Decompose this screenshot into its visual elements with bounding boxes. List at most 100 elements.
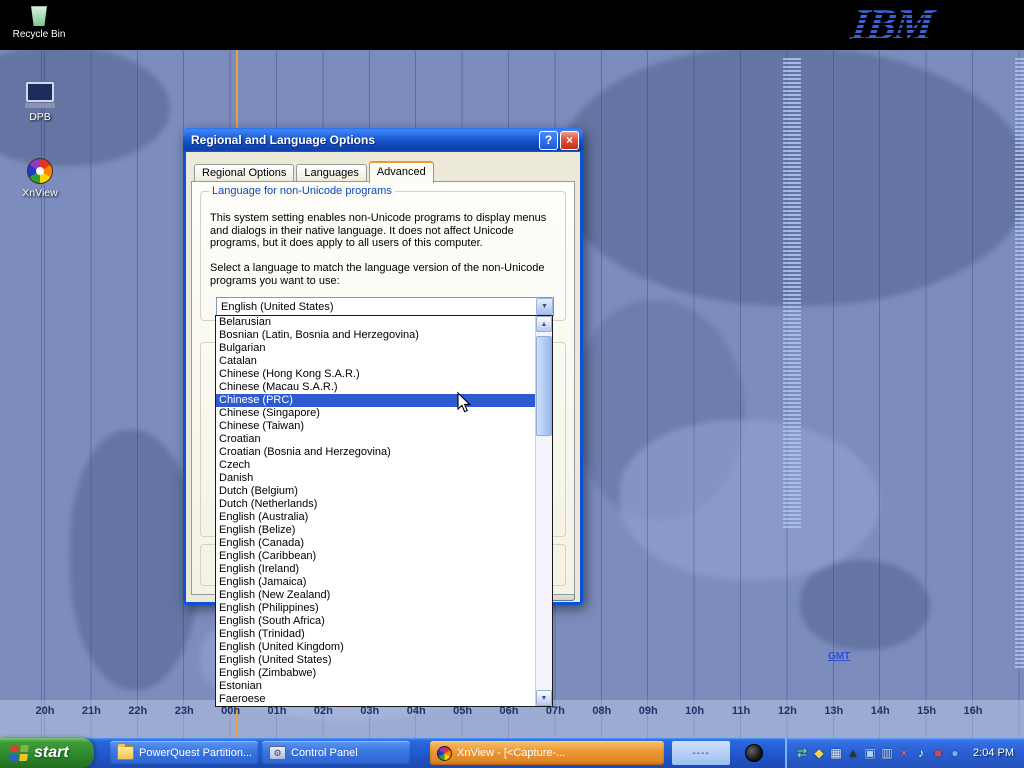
desktop-icon-label: DPB — [8, 111, 72, 123]
hour-label: 16h — [964, 705, 983, 717]
language-option[interactable]: English (Caribbean) — [216, 550, 536, 563]
hour-label: 09h — [639, 705, 658, 717]
clock[interactable]: 2:04 PM — [973, 747, 1014, 759]
hour-label: 20h — [36, 705, 55, 717]
language-option[interactable]: Croatian — [216, 433, 536, 446]
tray-icon-red-app[interactable]: ■ — [931, 738, 945, 768]
language-option[interactable]: English (United Kingdom) — [216, 641, 536, 654]
language-option[interactable]: English (Zimbabwe) — [216, 667, 536, 680]
ibm-logo-stripes — [852, 0, 932, 50]
hour-label: 23h — [175, 705, 194, 717]
task-button-icon — [437, 746, 452, 761]
quick-launch-segment[interactable] — [736, 741, 772, 765]
hour-label: 22h — [128, 705, 147, 717]
tray-icon-keyboard[interactable]: ▦ — [829, 738, 843, 768]
language-non-unicode-groupbox: Language for non-Unicode programs This s… — [200, 191, 566, 321]
close-button[interactable]: × — [560, 131, 579, 150]
desktop-icon-dpb[interactable]: DPB — [8, 82, 72, 123]
ibm-logo: IBM — [852, 0, 932, 50]
scroll-down-icon[interactable]: ▼ — [536, 690, 552, 706]
desktop-icon-xnview[interactable]: XnView — [8, 158, 72, 199]
combobox-dropdown-arrow-icon[interactable]: ▼ — [536, 298, 553, 315]
language-option[interactable]: Faeroese — [216, 693, 536, 706]
tab[interactable]: Advanced — [369, 161, 434, 183]
dialog-titlebar[interactable]: Regional and Language Options ? × — [183, 128, 583, 152]
language-option[interactable]: Bosnian (Latin, Bosnia and Herzegovina) — [216, 329, 536, 342]
recycle-bin-label: Recycle Bin — [8, 29, 70, 40]
hour-label: 12h — [778, 705, 797, 717]
hour-label: 13h — [824, 705, 843, 717]
language-option[interactable]: Chinese (Singapore) — [216, 407, 536, 420]
hour-label: 15h — [917, 705, 936, 717]
language-option[interactable]: Chinese (Macau S.A.R.) — [216, 381, 536, 394]
hour-label: 10h — [685, 705, 704, 717]
language-option[interactable]: English (Philippines) — [216, 602, 536, 615]
tray-icon-antivirus[interactable]: × — [897, 738, 911, 768]
disc-icon — [745, 744, 763, 762]
laptop-icon — [25, 82, 55, 108]
tab-strip: Regional OptionsLanguagesAdvanced — [194, 161, 436, 183]
edge-hatch-band — [1015, 58, 1024, 668]
task-button[interactable]: PowerQuest Partition... — [110, 741, 258, 765]
recycle-bin-icon[interactable]: Recycle Bin — [8, 3, 70, 40]
xnview-icon — [27, 158, 53, 184]
system-tray: ⇄◆▦▲▣▥×♪■● 2:04 PM — [785, 738, 1024, 768]
taskbar: start PowerQuest Partition... Control Pa… — [0, 738, 1024, 768]
recycle-bin-glyph — [30, 3, 48, 26]
language-option[interactable]: Chinese (PRC) — [216, 394, 536, 407]
task-button[interactable]: Control Panel — [262, 741, 410, 765]
scroll-up-icon[interactable]: ▲ — [536, 316, 552, 332]
language-option[interactable]: Croatian (Bosnia and Herzegovina) — [216, 446, 536, 459]
tray-icon-alert[interactable]: ◆ — [812, 738, 826, 768]
groupbox-instruction: Select a language to match the language … — [210, 262, 558, 287]
tray-icon-grid[interactable]: ▥ — [880, 738, 894, 768]
task-buttons: PowerQuest Partition... Control Panel Xn… — [94, 738, 664, 768]
groupbox-title: Language for non-Unicode programs — [209, 185, 395, 197]
language-option[interactable]: English (Jamaica) — [216, 576, 536, 589]
hour-label: 14h — [871, 705, 890, 717]
desktop-icon-label: XnView — [8, 187, 72, 199]
language-option[interactable]: English (Trinidad) — [216, 628, 536, 641]
language-option[interactable]: English (Belize) — [216, 524, 536, 537]
language-option[interactable]: Czech — [216, 459, 536, 472]
tray-icon-blue-app[interactable]: ● — [948, 738, 962, 768]
hour-label: 21h — [82, 705, 101, 717]
task-button-label: PowerQuest Partition... — [139, 747, 252, 759]
tray-icon-up[interactable]: ▲ — [846, 738, 860, 768]
language-option[interactable]: Estonian — [216, 680, 536, 693]
scrollbar-thumb[interactable] — [536, 336, 552, 436]
language-option[interactable]: Chinese (Hong Kong S.A.R.) — [216, 368, 536, 381]
language-option[interactable]: Danish — [216, 472, 536, 485]
groupbox-description: This system setting enables non-Unicode … — [210, 212, 558, 250]
language-option[interactable]: Catalan — [216, 355, 536, 368]
language-option[interactable]: English (Ireland) — [216, 563, 536, 576]
tray-icon-sync[interactable]: ⇄ — [795, 738, 809, 768]
task-button[interactable]: XnView - [<Capture-... — [430, 741, 664, 765]
tray-icon-network[interactable]: ▣ — [863, 738, 877, 768]
language-list: BelarusianBosnian (Latin, Bosnia and Her… — [216, 316, 536, 706]
toolbar-overflow-button[interactable]: ---- — [672, 741, 730, 765]
language-option[interactable]: Dutch (Netherlands) — [216, 498, 536, 511]
language-option[interactable]: English (United States) — [216, 654, 536, 667]
language-option[interactable]: English (Canada) — [216, 537, 536, 550]
hour-label: 11h — [732, 705, 750, 717]
language-option[interactable]: English (South Africa) — [216, 615, 536, 628]
language-option[interactable]: Bulgarian — [216, 342, 536, 355]
tray-icon-volume[interactable]: ♪ — [914, 738, 928, 768]
start-label: start — [34, 744, 69, 762]
language-combobox[interactable]: English (United States) ▼ — [216, 297, 554, 316]
language-option[interactable]: English (Australia) — [216, 511, 536, 524]
gmt-label: GMT — [828, 651, 850, 662]
language-option[interactable]: English (New Zealand) — [216, 589, 536, 602]
task-button-icon — [269, 746, 286, 760]
language-option[interactable]: Belarusian — [216, 316, 536, 329]
combobox-value: English (United States) — [221, 301, 334, 313]
language-option[interactable]: Chinese (Taiwan) — [216, 420, 536, 433]
language-dropdown-list: BelarusianBosnian (Latin, Bosnia and Her… — [215, 315, 553, 707]
dropdown-scrollbar[interactable]: ▲ ▼ — [535, 316, 552, 706]
help-button[interactable]: ? — [539, 131, 558, 150]
start-button[interactable]: start — [0, 738, 94, 768]
task-button-label: XnView - [<Capture-... — [457, 747, 565, 759]
language-option[interactable]: Dutch (Belgium) — [216, 485, 536, 498]
hour-label: 08h — [592, 705, 611, 717]
